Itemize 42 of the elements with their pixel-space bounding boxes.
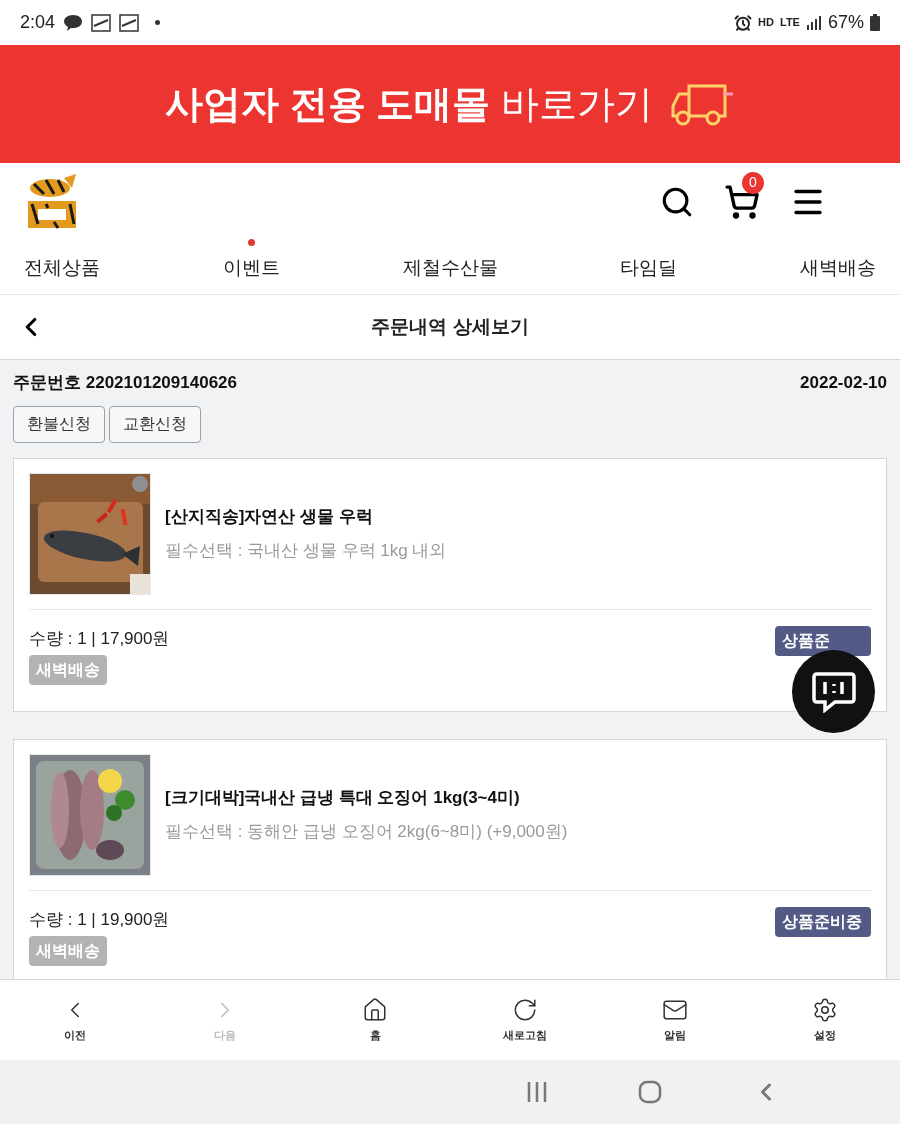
home-icon (362, 996, 388, 1023)
wholesale-banner[interactable]: 사업자 전용 도매몰 바로가기 (0, 45, 900, 163)
order-action-button[interactable]: 환불신청 (13, 405, 105, 443)
order-date: 2022-02-10 (800, 372, 887, 394)
app-icon (91, 13, 112, 32)
product-name[interactable]: [크기대박]국내산 급냉 특대 오징어 1kg(3~4미) (165, 785, 568, 811)
chat-bubble-icon (63, 13, 84, 32)
battery-percent: 67% (827, 11, 864, 34)
home-icon[interactable] (638, 1080, 662, 1104)
quantity-price: 수량 : 1 | 17,900원 (29, 627, 170, 650)
bottom-nav-item[interactable]: 홈 (335, 996, 415, 1044)
status-tag: 상품준비중 (775, 906, 871, 937)
battery-icon (870, 14, 880, 31)
product-option: 필수선택 : 동해안 급냉 오징어 2kg(6~8미) (+9,000원) (165, 818, 568, 844)
status-time: 2:04 (20, 11, 56, 34)
settings-icon (812, 996, 838, 1023)
category-tab[interactable]: 전체상품 (24, 238, 100, 282)
alarm-icon (734, 13, 753, 32)
bottom-nav-item[interactable]: 알림 (635, 996, 715, 1044)
order-action-button[interactable]: 교환신청 (109, 405, 201, 443)
bottom-nav-item[interactable]: 설정 (785, 996, 865, 1044)
bottom-nav-item[interactable]: 이전 (35, 996, 115, 1044)
category-tab[interactable]: 제철수산물 (402, 238, 498, 282)
page-title: 주문내역 상세보기 (371, 314, 529, 339)
network-label: HD (758, 17, 774, 28)
one-on-one-chat-icon (810, 670, 857, 713)
cart-count-badge: 0 (742, 171, 764, 194)
delivery-tag: 새벽배송 (29, 655, 107, 685)
bottom-nav-item[interactable]: 새로고침 (485, 996, 565, 1044)
product-name[interactable]: [산지직송]자연산 생물 우럭 (165, 504, 447, 530)
delivery-tag: 새벽배송 (29, 936, 107, 966)
order-number: 주문번호 2202101209140626 (13, 372, 237, 394)
app-icon (119, 13, 140, 32)
recent-apps-icon[interactable] (526, 1081, 548, 1103)
banner-text: 사업자 전용 도매몰 바로가기 (165, 81, 653, 127)
product-option: 필수선택 : 국내산 생물 우럭 1kg 내외 (165, 537, 447, 563)
quantity-price: 수량 : 1 | 19,900원 (29, 908, 170, 931)
signal-icon (805, 14, 822, 31)
category-tab[interactable]: 새벽배송 (800, 238, 876, 282)
network-label: LTE (780, 17, 800, 28)
category-tab[interactable]: 타임딜 (620, 238, 678, 282)
category-tab[interactable]: 이벤트 (222, 238, 280, 282)
